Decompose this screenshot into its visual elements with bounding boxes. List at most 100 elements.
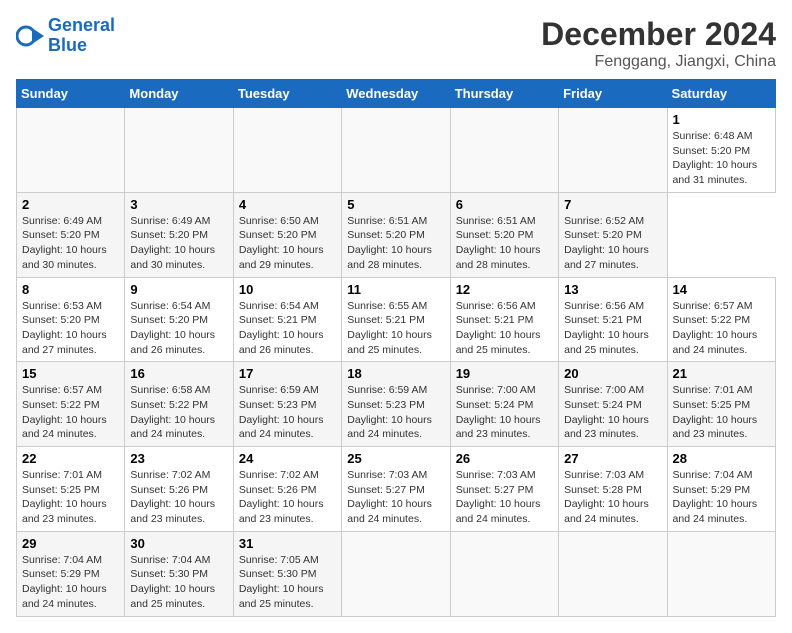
month-title: December 2024 <box>541 16 776 53</box>
day-info: Sunrise: 7:01 AMSunset: 5:25 PMDaylight:… <box>673 384 758 440</box>
calendar-cell <box>559 531 667 616</box>
calendar-header-row: SundayMondayTuesdayWednesdayThursdayFrid… <box>17 80 776 108</box>
page-header: GeneralBlue December 2024 Fenggang, Jian… <box>16 16 776 71</box>
calendar-cell: 3 Sunrise: 6:49 AMSunset: 5:20 PMDayligh… <box>125 192 233 277</box>
day-info: Sunrise: 6:52 AMSunset: 5:20 PMDaylight:… <box>564 215 649 271</box>
calendar-week-row: 2 Sunrise: 6:49 AMSunset: 5:20 PMDayligh… <box>17 192 776 277</box>
location: Fenggang, Jiangxi, China <box>541 53 776 71</box>
day-number: 3 <box>130 197 227 212</box>
day-number: 1 <box>673 112 770 127</box>
day-info: Sunrise: 6:57 AMSunset: 5:22 PMDaylight:… <box>673 300 758 356</box>
calendar-cell <box>450 108 558 193</box>
day-info: Sunrise: 6:56 AMSunset: 5:21 PMDaylight:… <box>456 300 541 356</box>
day-info: Sunrise: 7:03 AMSunset: 5:28 PMDaylight:… <box>564 469 649 525</box>
calendar-cell <box>125 108 233 193</box>
day-number: 31 <box>239 536 336 551</box>
calendar-cell: 21 Sunrise: 7:01 AMSunset: 5:25 PMDaylig… <box>667 362 775 447</box>
calendar-day-header: Monday <box>125 80 233 108</box>
calendar-week-row: 15 Sunrise: 6:57 AMSunset: 5:22 PMDaylig… <box>17 362 776 447</box>
day-info: Sunrise: 7:02 AMSunset: 5:26 PMDaylight:… <box>239 469 324 525</box>
day-info: Sunrise: 6:56 AMSunset: 5:21 PMDaylight:… <box>564 300 649 356</box>
calendar-cell: 9 Sunrise: 6:54 AMSunset: 5:20 PMDayligh… <box>125 277 233 362</box>
day-number: 27 <box>564 451 661 466</box>
calendar-cell: 26 Sunrise: 7:03 AMSunset: 5:27 PMDaylig… <box>450 447 558 532</box>
day-info: Sunrise: 7:01 AMSunset: 5:25 PMDaylight:… <box>22 469 107 525</box>
day-info: Sunrise: 6:51 AMSunset: 5:20 PMDaylight:… <box>347 215 432 271</box>
day-number: 13 <box>564 282 661 297</box>
day-info: Sunrise: 6:57 AMSunset: 5:22 PMDaylight:… <box>22 384 107 440</box>
calendar-cell <box>667 531 775 616</box>
calendar-cell: 7 Sunrise: 6:52 AMSunset: 5:20 PMDayligh… <box>559 192 667 277</box>
day-number: 29 <box>22 536 119 551</box>
day-number: 16 <box>130 366 227 381</box>
day-number: 23 <box>130 451 227 466</box>
calendar-day-header: Sunday <box>17 80 125 108</box>
calendar-cell: 29 Sunrise: 7:04 AMSunset: 5:29 PMDaylig… <box>17 531 125 616</box>
day-number: 22 <box>22 451 119 466</box>
day-info: Sunrise: 6:49 AMSunset: 5:20 PMDaylight:… <box>22 215 107 271</box>
day-info: Sunrise: 6:55 AMSunset: 5:21 PMDaylight:… <box>347 300 432 356</box>
calendar-cell <box>559 108 667 193</box>
day-info: Sunrise: 7:03 AMSunset: 5:27 PMDaylight:… <box>347 469 432 525</box>
day-number: 19 <box>456 366 553 381</box>
calendar-cell: 25 Sunrise: 7:03 AMSunset: 5:27 PMDaylig… <box>342 447 450 532</box>
calendar-cell: 4 Sunrise: 6:50 AMSunset: 5:20 PMDayligh… <box>233 192 341 277</box>
day-number: 14 <box>673 282 770 297</box>
calendar-cell: 27 Sunrise: 7:03 AMSunset: 5:28 PMDaylig… <box>559 447 667 532</box>
calendar-cell: 20 Sunrise: 7:00 AMSunset: 5:24 PMDaylig… <box>559 362 667 447</box>
day-number: 6 <box>456 197 553 212</box>
calendar-cell: 10 Sunrise: 6:54 AMSunset: 5:21 PMDaylig… <box>233 277 341 362</box>
day-number: 12 <box>456 282 553 297</box>
day-info: Sunrise: 6:54 AMSunset: 5:21 PMDaylight:… <box>239 300 324 356</box>
day-number: 17 <box>239 366 336 381</box>
calendar-cell: 2 Sunrise: 6:49 AMSunset: 5:20 PMDayligh… <box>17 192 125 277</box>
calendar-day-header: Tuesday <box>233 80 341 108</box>
calendar-cell: 17 Sunrise: 6:59 AMSunset: 5:23 PMDaylig… <box>233 362 341 447</box>
day-info: Sunrise: 6:49 AMSunset: 5:20 PMDaylight:… <box>130 215 215 271</box>
calendar-cell: 23 Sunrise: 7:02 AMSunset: 5:26 PMDaylig… <box>125 447 233 532</box>
day-info: Sunrise: 7:00 AMSunset: 5:24 PMDaylight:… <box>456 384 541 440</box>
title-area: December 2024 Fenggang, Jiangxi, China <box>541 16 776 71</box>
calendar-cell <box>17 108 125 193</box>
day-info: Sunrise: 7:04 AMSunset: 5:30 PMDaylight:… <box>130 554 215 610</box>
calendar-day-header: Saturday <box>667 80 775 108</box>
calendar-cell: 22 Sunrise: 7:01 AMSunset: 5:25 PMDaylig… <box>17 447 125 532</box>
calendar-day-header: Thursday <box>450 80 558 108</box>
day-info: Sunrise: 7:03 AMSunset: 5:27 PMDaylight:… <box>456 469 541 525</box>
day-number: 2 <box>22 197 119 212</box>
day-info: Sunrise: 6:51 AMSunset: 5:20 PMDaylight:… <box>456 215 541 271</box>
day-number: 18 <box>347 366 444 381</box>
day-number: 15 <box>22 366 119 381</box>
day-info: Sunrise: 7:04 AMSunset: 5:29 PMDaylight:… <box>22 554 107 610</box>
calendar-week-row: 8 Sunrise: 6:53 AMSunset: 5:20 PMDayligh… <box>17 277 776 362</box>
calendar-week-row: 1 Sunrise: 6:48 AMSunset: 5:20 PMDayligh… <box>17 108 776 193</box>
calendar-cell <box>450 531 558 616</box>
day-info: Sunrise: 7:02 AMSunset: 5:26 PMDaylight:… <box>130 469 215 525</box>
calendar-cell: 11 Sunrise: 6:55 AMSunset: 5:21 PMDaylig… <box>342 277 450 362</box>
calendar-cell: 8 Sunrise: 6:53 AMSunset: 5:20 PMDayligh… <box>17 277 125 362</box>
calendar-cell: 30 Sunrise: 7:04 AMSunset: 5:30 PMDaylig… <box>125 531 233 616</box>
calendar-cell: 24 Sunrise: 7:02 AMSunset: 5:26 PMDaylig… <box>233 447 341 532</box>
day-info: Sunrise: 7:05 AMSunset: 5:30 PMDaylight:… <box>239 554 324 610</box>
day-info: Sunrise: 6:59 AMSunset: 5:23 PMDaylight:… <box>347 384 432 440</box>
logo: GeneralBlue <box>16 16 115 56</box>
calendar-cell: 31 Sunrise: 7:05 AMSunset: 5:30 PMDaylig… <box>233 531 341 616</box>
day-number: 21 <box>673 366 770 381</box>
day-info: Sunrise: 6:58 AMSunset: 5:22 PMDaylight:… <box>130 384 215 440</box>
calendar-week-row: 22 Sunrise: 7:01 AMSunset: 5:25 PMDaylig… <box>17 447 776 532</box>
calendar-cell: 18 Sunrise: 6:59 AMSunset: 5:23 PMDaylig… <box>342 362 450 447</box>
calendar-cell: 13 Sunrise: 6:56 AMSunset: 5:21 PMDaylig… <box>559 277 667 362</box>
logo-text: GeneralBlue <box>48 16 115 56</box>
calendar-week-row: 29 Sunrise: 7:04 AMSunset: 5:29 PMDaylig… <box>17 531 776 616</box>
calendar-cell: 19 Sunrise: 7:00 AMSunset: 5:24 PMDaylig… <box>450 362 558 447</box>
calendar-cell: 15 Sunrise: 6:57 AMSunset: 5:22 PMDaylig… <box>17 362 125 447</box>
day-info: Sunrise: 7:04 AMSunset: 5:29 PMDaylight:… <box>673 469 758 525</box>
calendar-cell <box>233 108 341 193</box>
day-number: 25 <box>347 451 444 466</box>
day-number: 9 <box>130 282 227 297</box>
day-number: 7 <box>564 197 661 212</box>
day-info: Sunrise: 6:59 AMSunset: 5:23 PMDaylight:… <box>239 384 324 440</box>
day-info: Sunrise: 7:00 AMSunset: 5:24 PMDaylight:… <box>564 384 649 440</box>
calendar-cell: 14 Sunrise: 6:57 AMSunset: 5:22 PMDaylig… <box>667 277 775 362</box>
calendar-cell: 5 Sunrise: 6:51 AMSunset: 5:20 PMDayligh… <box>342 192 450 277</box>
